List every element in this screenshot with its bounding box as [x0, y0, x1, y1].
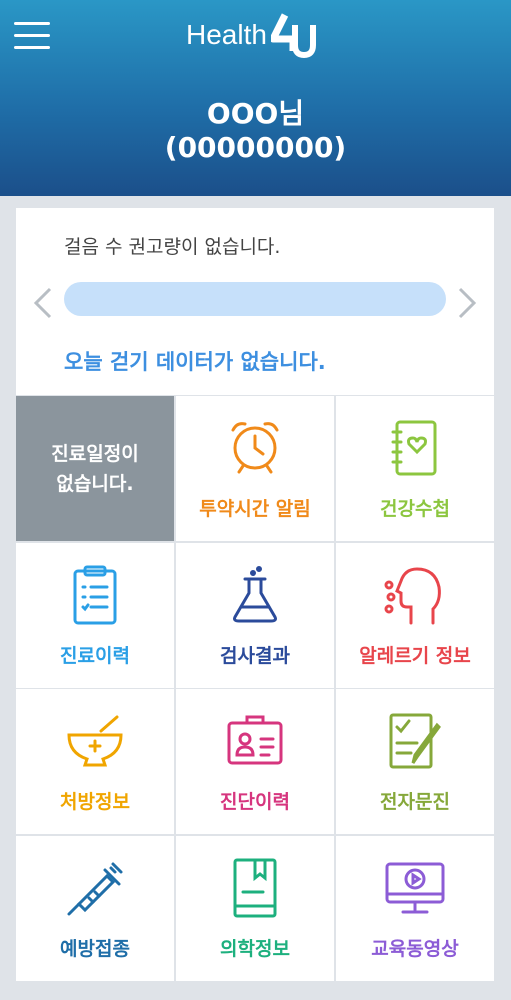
alarm-clock-icon	[231, 422, 279, 474]
menu-education-video[interactable]: 교육동영상	[336, 836, 494, 981]
syringe-icon	[67, 862, 123, 916]
menu-label: 검사결과	[220, 645, 290, 667]
logo-text: Health	[186, 19, 267, 50]
menu-medical-info[interactable]: 의학정보	[176, 836, 334, 981]
menu-label: 전자문진	[380, 791, 450, 813]
menu-label: 진단이력	[220, 791, 290, 813]
chevron-left-icon[interactable]	[30, 286, 56, 320]
lab-flask-icon	[233, 566, 277, 623]
menu-label: 건강수첩	[380, 498, 450, 520]
user-name: OOO님	[206, 97, 305, 130]
step-recommendation-text: 걸음 수 권고량이 없습니다.	[64, 236, 281, 258]
medical-book-icon	[233, 858, 277, 918]
user-id: (00000000)	[164, 131, 347, 164]
menu-label: 의학정보	[220, 938, 290, 960]
menu-allergy-info[interactable]: 알레르기 정보	[336, 543, 494, 688]
allergy-head-icon	[384, 567, 441, 625]
walk-progress-bar	[64, 282, 446, 316]
video-monitor-icon	[385, 862, 445, 914]
app-logo: Health	[186, 10, 317, 60]
chevron-right-icon[interactable]	[454, 286, 480, 320]
clipboard-checklist-icon	[73, 565, 117, 625]
menu-e-questionnaire[interactable]: 전자문진	[336, 689, 494, 834]
menu-prescription-info[interactable]: 처방정보	[16, 689, 174, 834]
menu-medication-alarm[interactable]: 투약시간 알림	[176, 396, 334, 541]
mortar-pestle-icon	[67, 715, 123, 767]
menu-label: 진료이력	[60, 645, 130, 667]
schedule-line-1: 진료일정이	[51, 442, 139, 465]
menu-label: 투약시간 알림	[199, 498, 311, 520]
menu-vaccination[interactable]: 예방접종	[16, 836, 174, 981]
menu-treatment-history[interactable]: 진료이력	[16, 543, 174, 688]
walk-no-data-text: 오늘 걷기 데이터가 없습니다.	[64, 350, 326, 374]
logo-4u-mark	[270, 13, 316, 59]
health-notebook-icon	[391, 420, 437, 476]
schedule-status-tile: 진료일정이 없습니다.	[16, 396, 174, 541]
menu-label: 처방정보	[60, 791, 130, 813]
hamburger-menu-icon[interactable]	[14, 22, 50, 50]
id-card-icon	[227, 715, 283, 765]
walk-summary-card: 걸음 수 권고량이 없습니다. 오늘 걷기 데이터가 없습니다.	[16, 208, 494, 395]
menu-health-notebook[interactable]: 건강수첩	[336, 396, 494, 541]
schedule-line-2: 없습니다.	[56, 472, 134, 495]
menu-label: 예방접종	[60, 938, 130, 960]
questionnaire-pen-icon	[389, 713, 441, 769]
app-header: Health OOO님 (00000000)	[0, 0, 511, 196]
menu-diagnosis-history[interactable]: 진단이력	[176, 689, 334, 834]
menu-label: 알레르기 정보	[359, 645, 471, 667]
menu-test-results[interactable]: 검사결과	[176, 543, 334, 688]
menu-label: 교육동영상	[371, 938, 459, 960]
